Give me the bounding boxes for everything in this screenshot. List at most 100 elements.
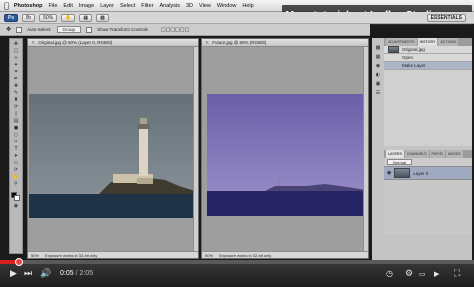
fullscreen-icon[interactable]: ⛶ <box>454 269 460 279</box>
layer-name[interactable]: Layer 0 <box>413 171 428 176</box>
quick-mask-icon[interactable]: ◉ <box>12 204 20 209</box>
pen-tool-icon[interactable]: ✑ <box>12 140 20 145</box>
lasso-tool-icon[interactable]: ∞ <box>12 56 20 61</box>
stamp-tool-icon[interactable]: ♜ <box>12 98 20 103</box>
zoom-readout[interactable]: 50% <box>31 253 39 258</box>
vertical-scrollbar[interactable] <box>193 47 198 251</box>
original-photo-canvas[interactable] <box>29 94 195 218</box>
menu-analysis[interactable]: Analysis <box>159 3 179 9</box>
progress-scrubber[interactable] <box>14 258 23 266</box>
apple-icon[interactable]:  <box>4 1 9 10</box>
dodge-tool-icon[interactable]: ○ <box>12 133 20 138</box>
zoom-tool-icon[interactable]: ⚲ <box>12 182 20 187</box>
bridge-button[interactable]: Br <box>22 13 36 22</box>
adjustments-panel-icon[interactable]: ◐ <box>374 73 382 78</box>
marquee-tool-icon[interactable]: □ <box>12 49 20 54</box>
menu-image[interactable]: Image <box>79 3 94 9</box>
menu-file[interactable]: File <box>49 3 58 9</box>
layer-thumbnail <box>394 168 411 178</box>
move-tool-icon[interactable]: ✥ <box>6 26 11 33</box>
tab-actions[interactable]: Actions <box>438 38 459 46</box>
menu-edit[interactable]: Edit <box>63 3 72 9</box>
align-icons[interactable]: □□□□□□ <box>161 27 189 33</box>
progress-track[interactable] <box>0 260 474 264</box>
menu-window[interactable]: Window <box>217 3 237 9</box>
tab-channels[interactable]: Channels <box>404 150 429 158</box>
future-photo-canvas[interactable] <box>207 94 367 216</box>
arrange-documents-button[interactable]: ▦ <box>79 13 93 22</box>
masks-panel-icon[interactable]: ▣ <box>374 82 382 87</box>
settings-gear-icon[interactable]: ⚙ <box>405 269 413 279</box>
zoom-level-select[interactable]: 50% <box>39 13 58 22</box>
3d-rotate-tool-icon[interactable]: ⟳ <box>12 168 20 173</box>
workspace-essentials[interactable]: ESSENTIALS <box>426 13 466 22</box>
auto-select-label: Auto-Select: <box>27 27 52 32</box>
history-item[interactable]: Open <box>384 54 472 62</box>
quick-select-tool-icon[interactable]: ✦ <box>12 63 20 68</box>
type-tool-icon[interactable]: T <box>12 147 20 152</box>
captions-icon[interactable]: ▭ <box>419 269 426 279</box>
history-snapshot[interactable]: Original.jpg <box>384 46 472 54</box>
close-icon[interactable]: × <box>31 40 35 46</box>
background-color-swatch[interactable] <box>14 195 20 201</box>
vertical-scrollbar[interactable] <box>363 47 368 251</box>
panel-icon-column: ▩ ▦ ◉ ◐ ▣ ☰ <box>374 46 382 96</box>
show-transform-checkbox[interactable] <box>86 26 93 33</box>
blend-mode-dropdown[interactable]: Normal <box>387 159 412 165</box>
document-status-bar: 50% Exposure works in 32-bit only <box>28 251 198 258</box>
close-icon[interactable]: × <box>205 40 209 46</box>
move-tool-icon[interactable]: ✥ <box>12 42 20 47</box>
status-info: Exposure works in 32-bit only <box>219 252 272 258</box>
eraser-tool-icon[interactable]: ▯ <box>12 112 20 117</box>
menu-filter[interactable]: Filter <box>141 3 153 9</box>
blur-tool-icon[interactable]: ● <box>12 126 20 131</box>
shape-tool-icon[interactable]: ▭ <box>12 161 20 166</box>
auto-select-dropdown[interactable]: Group <box>56 26 82 33</box>
snapshot-thumbnail <box>388 46 399 53</box>
hand-tool-icon[interactable]: ✋ <box>12 175 20 180</box>
brush-tool-icon[interactable]: ✎ <box>12 91 20 96</box>
tab-masks[interactable]: Masks <box>445 150 463 158</box>
tab-layers[interactable]: Layers <box>386 150 404 158</box>
path-select-tool-icon[interactable]: ➤ <box>12 154 20 159</box>
watch-later-icon[interactable]: ◷ <box>386 269 393 279</box>
volume-icon[interactable]: 🔊 <box>40 269 51 279</box>
history-brush-icon[interactable]: ⟳ <box>12 105 20 110</box>
screen-mode-button[interactable]: ▩ <box>96 13 109 22</box>
tab-paths[interactable]: Paths <box>429 150 445 158</box>
gradient-tool-icon[interactable]: ▤ <box>12 119 20 124</box>
layers-options: Normal <box>384 158 472 166</box>
history-item[interactable]: Make Layer <box>384 62 472 70</box>
layers-panel-icon[interactable]: ☰ <box>374 91 382 96</box>
menu-app-photoshop[interactable]: Photoshop <box>14 3 43 9</box>
play-icon[interactable]: ▶ <box>10 269 17 279</box>
document-tab-future[interactable]: × Future.jpg @ 50% (RGB/8) <box>202 39 368 47</box>
color-panel-icon[interactable]: ▩ <box>374 46 382 51</box>
auto-select-checkbox[interactable] <box>16 26 23 33</box>
menu-view[interactable]: View <box>199 3 211 9</box>
swatches-panel-icon[interactable]: ▦ <box>374 55 382 60</box>
eye-icon[interactable]: ◉ <box>387 170 391 176</box>
next-icon[interactable]: ⏭ <box>24 269 32 279</box>
crop-tool-icon[interactable]: ⌗ <box>12 70 20 75</box>
menu-3d[interactable]: 3D <box>186 3 193 9</box>
hand-tool-icon[interactable]: ✋ <box>61 13 76 22</box>
tab-adjustments[interactable]: Adjustments <box>386 38 417 46</box>
styles-panel-icon[interactable]: ◉ <box>374 64 382 69</box>
youtube-logo-icon[interactable]: ▶ <box>434 269 439 279</box>
layer-row[interactable]: ◉ Layer 0 <box>384 166 472 180</box>
tool-options-bar: ✥ Auto-Select: Group Show Transform Cont… <box>0 24 370 36</box>
layers-panel-tabs: Layers Channels Paths Masks <box>384 150 472 158</box>
menu-select[interactable]: Select <box>120 3 135 9</box>
tab-history[interactable]: History <box>417 38 438 46</box>
menu-help[interactable]: Help <box>242 3 253 9</box>
eyedropper-tool-icon[interactable]: ✒ <box>12 77 20 82</box>
healing-brush-icon[interactable]: ✚ <box>12 84 20 89</box>
history-panel-body <box>384 70 472 146</box>
zoom-readout[interactable]: 50% <box>205 253 213 258</box>
color-swatches[interactable] <box>11 192 21 202</box>
total-time: 2:05 <box>79 270 94 277</box>
document-tab-original[interactable]: × Original.jpg @ 50% (Layer 0, RGB/8) <box>28 39 198 47</box>
menu-layer[interactable]: Layer <box>100 3 114 9</box>
history-item-label: Open <box>402 55 414 60</box>
